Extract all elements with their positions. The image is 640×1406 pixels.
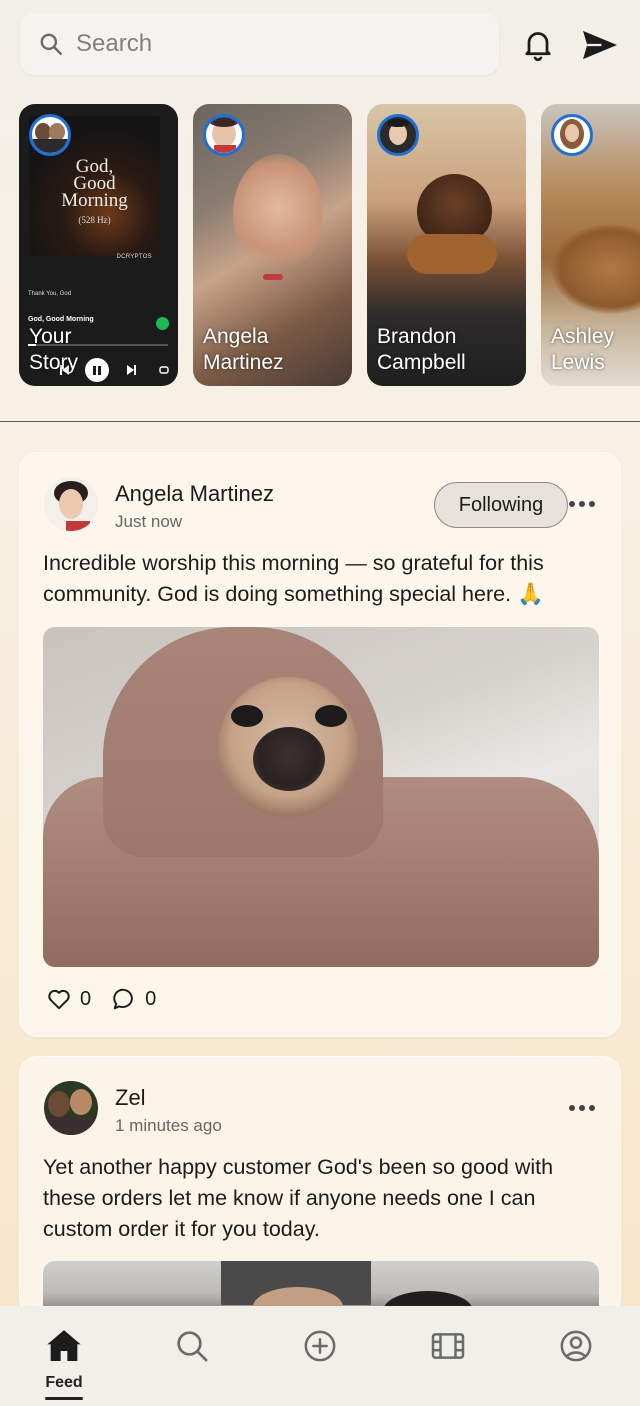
film-icon [431, 1333, 465, 1359]
profile-icon [560, 1330, 592, 1362]
search-placeholder: Search [76, 30, 153, 57]
heart-icon[interactable] [46, 986, 72, 1012]
search-icon [177, 1331, 208, 1362]
like-count: 0 [80, 987, 92, 1010]
bell-icon[interactable] [520, 26, 556, 62]
search-icon [40, 33, 62, 55]
add-icon [304, 1330, 336, 1362]
stories-row: God, Good Morning (528 Hz) DCRYPTOS Than… [0, 104, 640, 386]
story-name: Your Story [29, 325, 79, 374]
story-name: Brandon Campbell [377, 325, 466, 374]
story-angela-martinez[interactable]: Angela Martinez [193, 104, 352, 386]
bottom-nav: Feed [0, 1306, 640, 1406]
story-brandon-campbell[interactable]: Brandon Campbell [367, 104, 526, 386]
post-author[interactable]: Zel [115, 1085, 146, 1111]
album-artist: DCRYPTOS [116, 254, 152, 260]
more-options-icon[interactable] [569, 1103, 599, 1113]
story-ashley-lewis[interactable]: Ashley Lewis [541, 104, 640, 386]
search-bar[interactable]: Search [20, 13, 499, 75]
post-timestamp: Just now [115, 512, 183, 531]
post-image[interactable] [43, 627, 599, 967]
story-avatar [551, 114, 593, 156]
story-name: Angela Martinez [203, 325, 284, 374]
post-author[interactable]: Angela Martinez [115, 481, 274, 507]
story-avatar [29, 114, 71, 156]
home-icon [47, 1330, 81, 1361]
nav-feed[interactable] [44, 1326, 84, 1366]
nav-profile[interactable] [556, 1326, 596, 1366]
comment-count: 0 [145, 987, 157, 1010]
album-title: God, Good Morning [61, 156, 128, 211]
player-track-title: God, Good Morning [28, 316, 94, 323]
nav-active-indicator [45, 1397, 83, 1400]
post-actions: 0 0 [46, 985, 176, 1013]
nav-search[interactable] [172, 1326, 212, 1366]
story-photo [551, 224, 640, 314]
send-icon[interactable] [581, 28, 619, 62]
album-subtitle: (528 Hz) [78, 215, 111, 225]
avatar[interactable] [44, 1081, 98, 1135]
story-your-story[interactable]: God, Good Morning (528 Hz) DCRYPTOS Than… [19, 104, 178, 386]
post-text: Yet another happy customer God's been so… [43, 1155, 554, 1241]
comment-icon[interactable] [111, 986, 137, 1012]
post-card: Zel 1 minutes ago Yet another happy cust… [19, 1056, 621, 1316]
top-bar: Search [0, 0, 640, 92]
nav-videos[interactable] [428, 1326, 468, 1366]
post-card: Angela Martinez Just now Following Incre… [19, 452, 621, 1037]
story-avatar [377, 114, 419, 156]
story-avatar [203, 114, 245, 156]
player-playlist-label: Thank You, God [28, 291, 72, 297]
story-name: Ashley Lewis [551, 325, 615, 374]
post-text: Incredible worship this morning — so gra… [43, 551, 544, 606]
stories-divider [0, 421, 640, 422]
following-button[interactable]: Following [434, 482, 568, 528]
more-options-icon[interactable] [569, 499, 599, 509]
nav-feed-label: Feed [45, 1374, 83, 1391]
nav-create[interactable] [300, 1326, 340, 1366]
story-photo [233, 154, 323, 274]
post-timestamp: 1 minutes ago [115, 1116, 222, 1135]
avatar[interactable] [44, 477, 98, 531]
